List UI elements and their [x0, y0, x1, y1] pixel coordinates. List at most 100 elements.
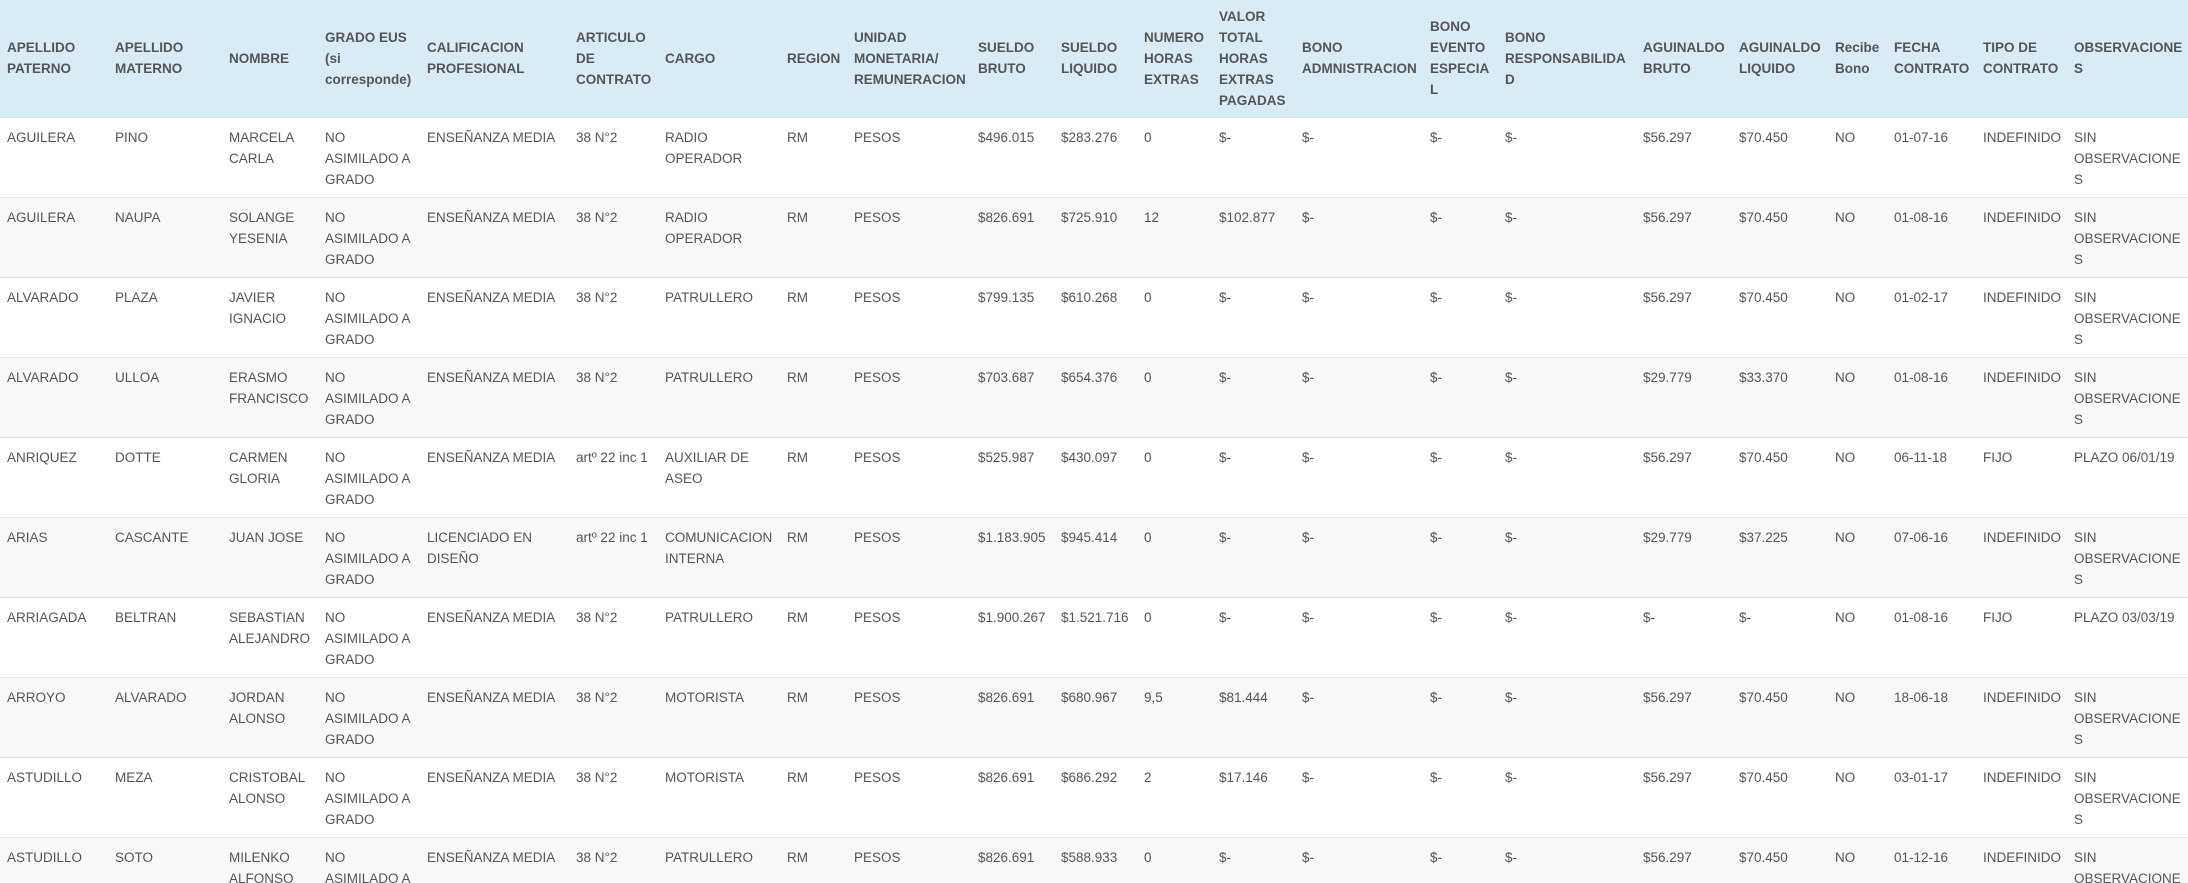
column-header[interactable]: SUELDO LIQUIDO	[1054, 0, 1137, 117]
table-row: ARIAS CASCANTE JUAN JOSE NO ASIMILADO A GRA…	[0, 516, 2188, 597]
table-cell: NO	[1828, 596, 1887, 677]
table-cell: $588.933	[1054, 836, 1137, 883]
table-cell: $430.097	[1054, 436, 1137, 517]
table-cell: ENSEÑANZA MEDIA	[420, 276, 569, 357]
table-cell: SEBASTIAN ALEJANDRO	[222, 596, 318, 677]
table-cell: PESOS	[847, 116, 971, 197]
table-cell: ENSEÑANZA MEDIA	[420, 676, 569, 757]
table-cell: ARIAS	[0, 516, 108, 597]
table-cell: $-	[1212, 436, 1295, 517]
column-header[interactable]: AGUINALDO BRUTO	[1636, 0, 1732, 117]
table-cell: $826.691	[971, 196, 1054, 277]
table-cell: $-	[1423, 756, 1498, 837]
staff-salary-table-container: APELLIDO PATERNO APELLIDO MATERNO NOMBRE GR…	[0, 0, 2188, 883]
table-cell: 0	[1137, 516, 1212, 597]
table-cell: RM	[780, 596, 847, 677]
table-row: ASTUDILLO MEZA CRISTOBAL ALONSO NO ASIMILAD…	[0, 756, 2188, 837]
table-row: ASTUDILLO SOTO MILENKO ALFONSO NO ASIMILADO…	[0, 836, 2188, 883]
table-cell: SOLANGE YESENIA	[222, 196, 318, 277]
table-cell: CARMEN GLORIA	[222, 436, 318, 517]
table-cell: RADIO OPERADOR	[658, 116, 780, 197]
column-header[interactable]: APELLIDO MATERNO	[108, 0, 222, 117]
table-cell: MARCELA CARLA	[222, 116, 318, 197]
table-cell: $1.183.905	[971, 516, 1054, 597]
column-header[interactable]: TIPO DE CONTRATO	[1976, 0, 2067, 117]
table-cell: RM	[780, 676, 847, 757]
column-header[interactable]: BONO EVENTO ESPECIAL	[1423, 0, 1498, 117]
table-cell: ARRIAGADA	[0, 596, 108, 677]
table-cell: RM	[780, 196, 847, 277]
column-header[interactable]: GRADO EUS (si corresponde)	[318, 0, 420, 117]
column-header[interactable]: VALOR TOTAL HORAS EXTRAS PAGADAS	[1212, 0, 1295, 117]
table-cell: NO	[1828, 116, 1887, 197]
table-cell: AGUILERA	[0, 116, 108, 197]
table-cell: 01-07-16	[1887, 116, 1976, 197]
table-cell: NO ASIMILADO A GRADO	[318, 756, 420, 837]
table-cell: $-	[1212, 596, 1295, 677]
column-header[interactable]: NOMBRE	[222, 0, 318, 117]
table-cell: NO ASIMILADO A GRADO	[318, 436, 420, 517]
table-cell: 01-12-16	[1887, 836, 1976, 883]
table-cell: 38 N°2	[569, 276, 658, 357]
table-cell: MILENKO ALFONSO	[222, 836, 318, 883]
table-cell: $81.444	[1212, 676, 1295, 757]
table-cell: $826.691	[971, 756, 1054, 837]
column-header[interactable]: APELLIDO PATERNO	[0, 0, 108, 117]
table-cell: 38 N°2	[569, 596, 658, 677]
column-header[interactable]: CALIFICACION PROFESIONAL	[420, 0, 569, 117]
table-cell: $525.987	[971, 436, 1054, 517]
table-cell: ASTUDILLO	[0, 836, 108, 883]
table-cell: PESOS	[847, 756, 971, 837]
table-cell: $-	[1498, 116, 1636, 197]
table-cell: $-	[1423, 196, 1498, 277]
table-cell: NO ASIMILADO A GRADO	[318, 276, 420, 357]
table-cell: NO	[1828, 196, 1887, 277]
table-cell: $-	[1498, 276, 1636, 357]
table-cell: $29.779	[1636, 516, 1732, 597]
column-header[interactable]: Recibe Bono	[1828, 0, 1887, 117]
table-cell: NO ASIMILADO A GRADO	[318, 356, 420, 437]
column-header[interactable]: AGUINALDO LIQUIDO	[1732, 0, 1828, 117]
table-cell: $17.146	[1212, 756, 1295, 837]
table-cell: $70.450	[1732, 196, 1828, 277]
column-header[interactable]: NUMERO HORAS EXTRAS	[1137, 0, 1212, 117]
column-header[interactable]: UNIDAD MONETARIA/ REMUNERACION	[847, 0, 971, 117]
column-header[interactable]: SUELDO BRUTO	[971, 0, 1054, 117]
table-cell: NO	[1828, 516, 1887, 597]
column-header[interactable]: CARGO	[658, 0, 780, 117]
table-cell: FIJO	[1976, 596, 2067, 677]
column-header[interactable]: REGION	[780, 0, 847, 117]
table-cell: AGUILERA	[0, 196, 108, 277]
table-cell: SIN OBSERVACIONES	[2067, 836, 2188, 883]
table-cell: $56.297	[1636, 756, 1732, 837]
table-cell: PESOS	[847, 516, 971, 597]
table-cell: $826.691	[971, 836, 1054, 883]
column-header[interactable]: ARTICULO DE CONTRATO	[569, 0, 658, 117]
table-cell: 07-06-16	[1887, 516, 1976, 597]
table-cell: 01-08-16	[1887, 196, 1976, 277]
column-header[interactable]: BONO RESPONSABILIDAD	[1498, 0, 1636, 117]
table-cell: 2	[1137, 756, 1212, 837]
column-header[interactable]: FECHA CONTRATO	[1887, 0, 1976, 117]
table-cell: $686.292	[1054, 756, 1137, 837]
column-header[interactable]: BONO ADMNISTRACION	[1295, 0, 1423, 117]
table-row: ALVARADO PLAZA JAVIER IGNACIO NO ASIMILADO …	[0, 276, 2188, 357]
table-cell: INDEFINIDO	[1976, 516, 2067, 597]
table-cell: $-	[1423, 836, 1498, 883]
table-cell: $56.297	[1636, 836, 1732, 883]
table-cell: $826.691	[971, 676, 1054, 757]
table-cell: $-	[1423, 276, 1498, 357]
table-cell: SIN OBSERVACIONES	[2067, 516, 2188, 597]
column-header[interactable]: OBSERVACIONES	[2067, 0, 2188, 117]
table-cell: ALVARADO	[108, 676, 222, 757]
table-cell: $-	[1498, 836, 1636, 883]
table-cell: MOTORISTA	[658, 676, 780, 757]
table-cell: $56.297	[1636, 196, 1732, 277]
table-cell: $70.450	[1732, 276, 1828, 357]
table-cell: CRISTOBAL ALONSO	[222, 756, 318, 837]
table-cell: NO ASIMILADO A GRADO	[318, 196, 420, 277]
table-cell: ENSEÑANZA MEDIA	[420, 596, 569, 677]
table-cell: 0	[1137, 116, 1212, 197]
table-cell: $-	[1498, 196, 1636, 277]
table-cell: $56.297	[1636, 116, 1732, 197]
